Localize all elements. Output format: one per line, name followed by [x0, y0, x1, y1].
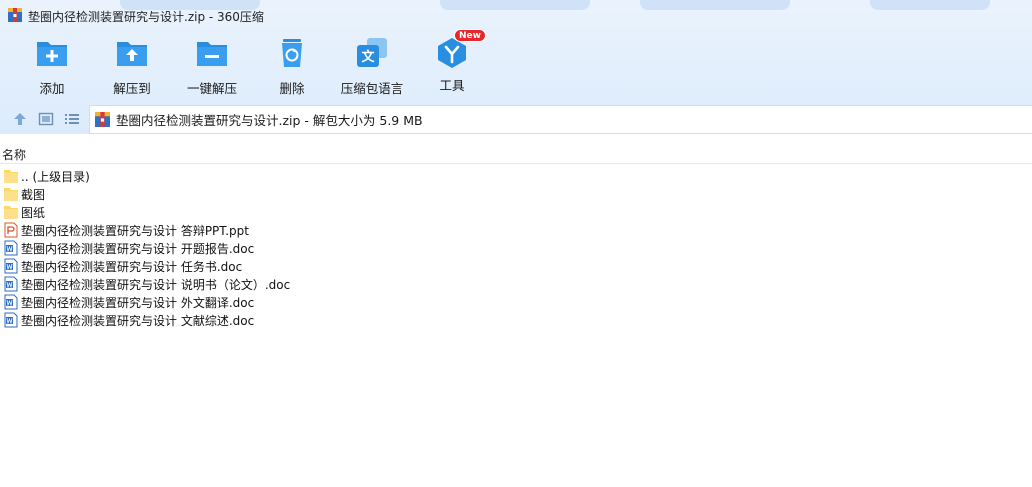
- delete-label: 删除: [279, 81, 305, 96]
- extract-to-button[interactable]: 解压到: [92, 36, 172, 97]
- language-icon: 文: [357, 38, 387, 67]
- tools-icon-wrap: New: [435, 29, 486, 70]
- one-click-extract-button[interactable]: 一键解压: [172, 36, 252, 97]
- list-item[interactable]: 垫圈内径检测装置研究与设计 外文翻译.doc: [0, 293, 1032, 311]
- file-name: 垫圈内径检测装置研究与设计 答辩PPT.ppt: [21, 223, 249, 238]
- thumbnail-view-icon[interactable]: [38, 111, 54, 127]
- extract-to-label: 解压到: [113, 81, 151, 96]
- folder-icon: [4, 188, 18, 201]
- list-item[interactable]: 截图: [0, 185, 1032, 203]
- add-label: 添加: [39, 81, 65, 96]
- delete-button[interactable]: 删除: [252, 36, 332, 97]
- column-header-name[interactable]: 名称: [2, 146, 26, 163]
- svg-text:文: 文: [361, 49, 375, 65]
- list-item[interactable]: 垫圈内径检测装置研究与设计 文献综述.doc: [0, 311, 1032, 329]
- file-list: .. (上级目录) 截图 图纸 垫圈内径检测装置研究与设计 答辩PPT.ppt …: [0, 167, 1032, 329]
- doc-file-icon: [4, 294, 18, 310]
- file-name: 垫圈内径检测装置研究与设计 外文翻译.doc: [21, 295, 255, 310]
- up-arrow-icon[interactable]: [12, 111, 28, 127]
- zip-archive-icon: [8, 8, 22, 22]
- archive-language-button[interactable]: 文 压缩包语言: [332, 36, 412, 97]
- list-item[interactable]: .. (上级目录): [0, 167, 1032, 185]
- new-badge: New: [454, 29, 486, 42]
- tools-button[interactable]: New 工具: [412, 29, 492, 94]
- doc-file-icon: [4, 312, 18, 328]
- file-name: 垫圈内径检测装置研究与设计 开题报告.doc: [21, 241, 255, 256]
- list-view-icon[interactable]: [64, 111, 80, 127]
- list-item[interactable]: 垫圈内径检测装置研究与设计 答辩PPT.ppt: [0, 221, 1032, 239]
- list-item[interactable]: 图纸: [0, 203, 1032, 221]
- list-item[interactable]: 垫圈内径检测装置研究与设计 开题报告.doc: [0, 239, 1032, 257]
- window-title: 垫圈内径检测装置研究与设计.zip - 360压缩: [28, 10, 264, 24]
- zip-archive-icon: [95, 112, 110, 127]
- one-click-extract-icon: [197, 42, 227, 66]
- extract-folder-icon: [117, 42, 147, 66]
- ppt-file-icon: [4, 222, 18, 238]
- add-folder-icon: [37, 42, 67, 66]
- list-header: 名称: [0, 142, 1032, 164]
- file-name: 垫圈内径检测装置研究与设计 任务书.doc: [21, 259, 243, 274]
- tools-label: 工具: [439, 78, 465, 93]
- file-name: 图纸: [21, 205, 46, 220]
- add-button[interactable]: 添加: [12, 36, 92, 97]
- doc-file-icon: [4, 276, 18, 292]
- file-name: 垫圈内径检测装置研究与设计 文献综述.doc: [21, 313, 255, 328]
- address-text: 垫圈内径检测装置研究与设计.zip - 解包大小为 5.9 MB: [116, 113, 423, 128]
- list-item[interactable]: 垫圈内径检测装置研究与设计 任务书.doc: [0, 257, 1032, 275]
- doc-file-icon: [4, 258, 18, 274]
- file-name: 垫圈内径检测装置研究与设计 说明书（论文）.doc: [21, 277, 291, 292]
- address-bar[interactable]: 垫圈内径检测装置研究与设计.zip - 解包大小为 5.9 MB: [89, 105, 1032, 134]
- toolbar: 添加 解压到 一键解压 删除 文 压缩包语言 New 工具: [0, 29, 1032, 97]
- doc-file-icon: [4, 240, 18, 256]
- folder-icon: [4, 206, 18, 219]
- list-item[interactable]: 垫圈内径检测装置研究与设计 说明书（论文）.doc: [0, 275, 1032, 293]
- file-name: 截图: [21, 187, 46, 202]
- file-name: .. (上级目录): [21, 169, 90, 184]
- archive-language-label: 压缩包语言: [340, 81, 404, 96]
- recycle-bin-icon: [282, 39, 302, 67]
- one-click-extract-label: 一键解压: [186, 81, 237, 96]
- top-panel: 垫圈内径检测装置研究与设计.zip - 360压缩 添加 解压到 一键解压 删除…: [0, 0, 1032, 134]
- navigation-row: 垫圈内径检测装置研究与设计.zip - 解包大小为 5.9 MB: [0, 104, 1032, 134]
- title-bar: 垫圈内径检测装置研究与设计.zip - 360压缩: [0, 0, 1032, 30]
- folder-icon: [4, 170, 18, 183]
